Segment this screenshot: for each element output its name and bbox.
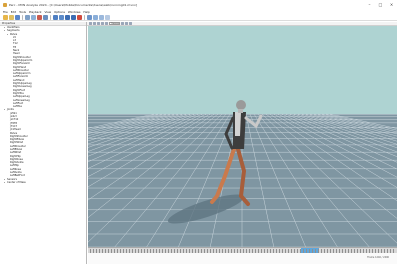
- menu-edit[interactable]: Edit: [11, 10, 16, 14]
- grid-line: [146, 113, 231, 247]
- grid-line: [325, 113, 397, 131]
- save-icon[interactable]: [15, 14, 20, 20]
- view-rotate-icon[interactable]: [97, 22, 100, 25]
- floor-grid-and-avatar: [88, 100, 397, 247]
- grid-line: [249, 113, 306, 247]
- tree-item[interactable]: ▸ Center of Mass: [0, 181, 86, 184]
- view-fit-icon[interactable]: [125, 22, 128, 25]
- play-icon[interactable]: [53, 14, 58, 20]
- status-strip: Frame 1240 / 2400: [88, 253, 397, 264]
- grid-line: [114, 113, 227, 247]
- grid-line: [257, 113, 370, 247]
- grid-line: [253, 113, 338, 247]
- toolbar-separator: [50, 14, 51, 20]
- sensor-icon[interactable]: [31, 14, 36, 20]
- grid-line: [88, 113, 179, 142]
- menu-playback[interactable]: Playback: [29, 10, 41, 14]
- window-title: Perc - MVN Analyze 2024 - [C:\Users\Mobi…: [9, 2, 137, 7]
- graph-icon[interactable]: [93, 14, 98, 20]
- tree-list: ▾ Identifiers ▾ Segments ▾ Pelvis L5 L3 T12 T8 Nec…: [0, 26, 86, 184]
- view-grid-icon[interactable]: [101, 22, 104, 25]
- maximize-button[interactable]: □: [375, 0, 386, 9]
- properties-tree-panel: Properties ▾ Identifiers ▾ Segments ▾ Pelvis L…: [0, 22, 87, 264]
- layout-icon[interactable]: [99, 14, 104, 20]
- grid-line: [261, 113, 397, 244]
- grid-line: [88, 113, 219, 218]
- title-bar: Perc - MVN Analyze 2024 - [C:\Users\Mobi…: [0, 0, 397, 9]
- record-config-icon[interactable]: [25, 14, 30, 20]
- grid-line: [297, 113, 397, 149]
- pause-icon[interactable]: [59, 14, 64, 20]
- grid-line: [88, 113, 215, 201]
- menu-options[interactable]: Options: [54, 10, 65, 14]
- step-back-icon[interactable]: [65, 14, 70, 20]
- view-pan-icon[interactable]: [93, 22, 96, 25]
- grid-line: [88, 113, 183, 145]
- grid-line: [245, 113, 275, 247]
- window-controls: – □ ×: [364, 0, 397, 9]
- step-forward-icon[interactable]: [71, 14, 76, 20]
- export-icon[interactable]: [87, 14, 92, 20]
- app-icon: [3, 2, 7, 7]
- grid-line: [88, 113, 199, 163]
- tree-item-label: Center of Mass: [7, 180, 26, 184]
- grid-line: [313, 113, 397, 137]
- grid-line: [273, 113, 397, 188]
- menu-help[interactable]: Help: [83, 10, 89, 14]
- grid-line: [88, 113, 171, 137]
- view-options-icon[interactable]: [129, 22, 132, 25]
- camera-select[interactable]: Camera: [109, 22, 120, 25]
- grid-line: [269, 113, 397, 202]
- view-skeleton-icon[interactable]: [105, 22, 108, 25]
- 3d-viewport[interactable]: [88, 26, 397, 247]
- view-reset-icon[interactable]: [121, 22, 124, 25]
- settings-icon[interactable]: [105, 14, 110, 20]
- minimize-button[interactable]: –: [364, 0, 375, 9]
- main-toolbar: [0, 14, 397, 21]
- grid-line: [309, 113, 397, 139]
- record-icon[interactable]: [37, 14, 42, 20]
- grid-line: [88, 113, 223, 243]
- tree-item-label: LeftToe: [13, 105, 22, 109]
- grid-line: [88, 113, 175, 139]
- frame-label: Frame 1240 / 2400: [367, 256, 389, 259]
- calibrate-icon[interactable]: [43, 14, 48, 20]
- toolbar-separator: [84, 14, 85, 20]
- menu-tools[interactable]: Tools: [19, 10, 26, 14]
- open-folder-icon[interactable]: [9, 14, 14, 20]
- menu-view[interactable]: View: [44, 10, 51, 14]
- grid-line: [88, 113, 211, 188]
- stop-icon[interactable]: [77, 14, 82, 20]
- toolbar-separator: [22, 14, 23, 20]
- new-file-icon[interactable]: [3, 14, 8, 20]
- avatar-shadow: [167, 194, 245, 224]
- view-zoom-icon[interactable]: [89, 22, 92, 25]
- menu-windows[interactable]: Windows: [68, 10, 81, 14]
- menu-file[interactable]: File: [3, 10, 8, 14]
- close-button[interactable]: ×: [386, 0, 397, 9]
- grid-line: [305, 113, 397, 142]
